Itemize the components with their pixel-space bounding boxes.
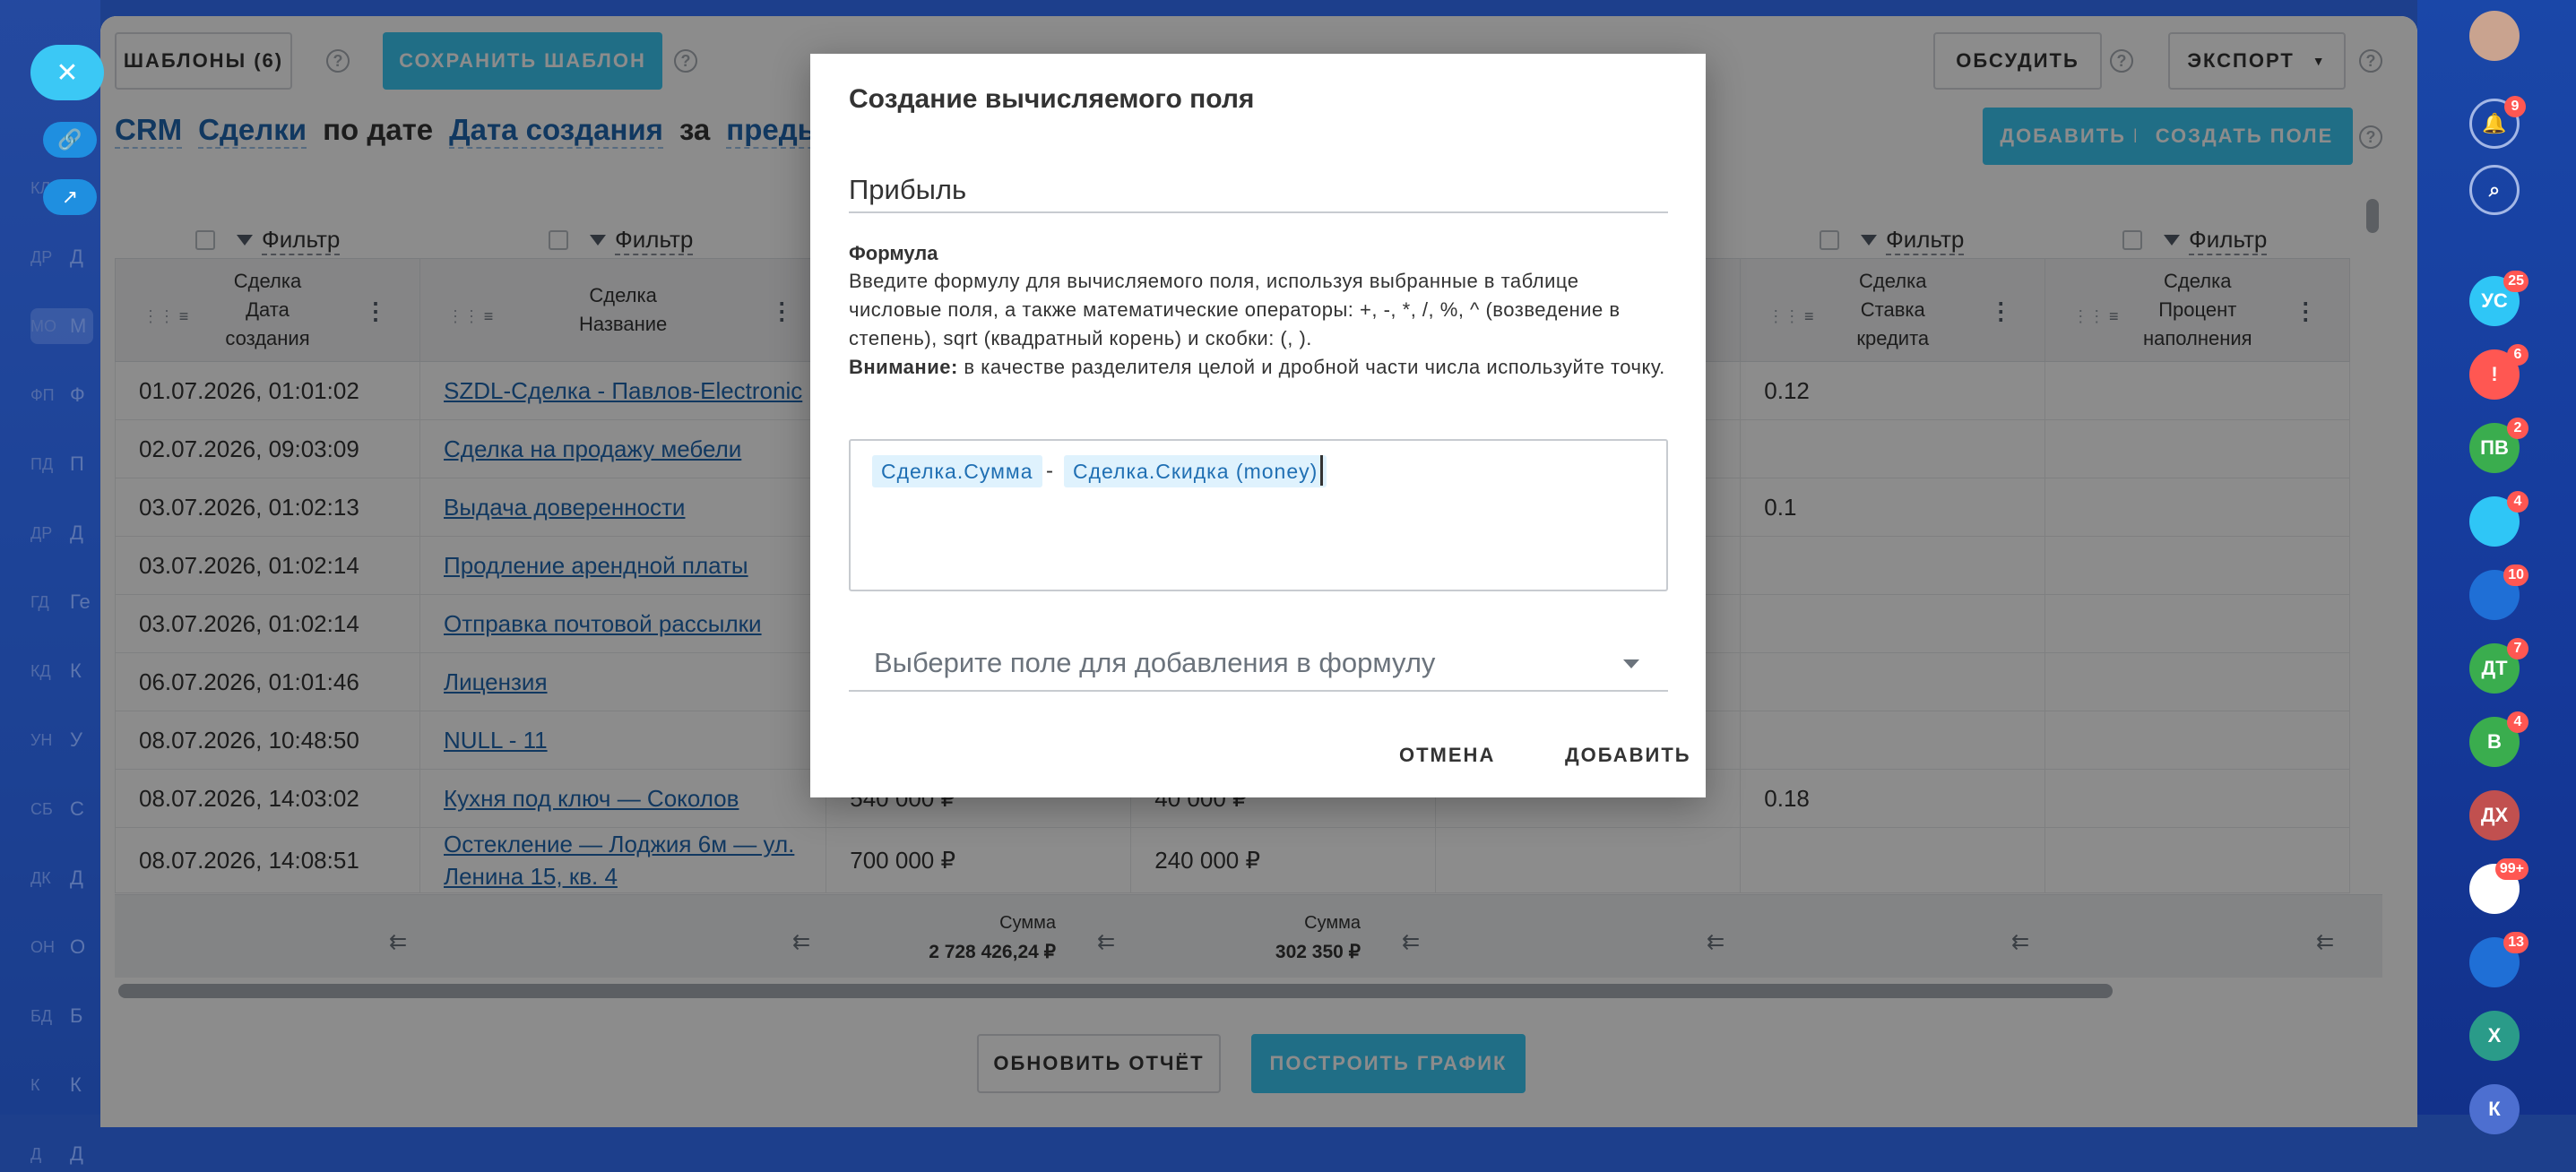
- right-sidebar: 🔔 9 ⌕ УС 25! 6 ПВ 2 4 10 ДТ 7 В 4 ДХ 99+ 13 Х К: [2417, 0, 2576, 1134]
- left-nav-item: ОН О: [30, 929, 93, 965]
- left-nav-label: М: [70, 315, 87, 337]
- select-placeholder: Выберите поле для добавления в формулу: [874, 647, 1436, 678]
- left-nav-label: Д: [70, 521, 83, 544]
- formula-label: Формула: [849, 242, 938, 264]
- formula-token[interactable]: Сделка.Скидка (money): [1064, 455, 1327, 487]
- rail-chat-label: ДХ: [2480, 804, 2509, 826]
- unread-badge: 13: [2503, 932, 2528, 953]
- left-nav-abbr: ДР: [30, 523, 53, 542]
- cancel-button[interactable]: ОТМЕНА: [1399, 744, 1495, 767]
- left-nav-item: СБ С: [30, 791, 93, 827]
- left-nav-abbr: УН: [30, 730, 53, 749]
- left-nav-label: Д: [70, 866, 83, 889]
- left-nav-item: ПД П: [30, 446, 93, 482]
- left-nav-background: КЛКДРДМОМФПФПДПДРДГДГеКДКУНУСБСДКДОНОБДБ…: [0, 0, 100, 1165]
- rail-chat-item[interactable]: 10: [2469, 564, 2528, 620]
- left-nav-item: ФП Ф: [30, 377, 93, 413]
- left-nav-item: БД Б: [30, 998, 93, 1034]
- left-nav-abbr: К: [30, 1075, 40, 1094]
- rail-chat-item[interactable]: ДХ: [2469, 790, 2520, 840]
- left-nav-abbr: СБ: [30, 799, 53, 818]
- left-nav-label: К: [70, 659, 82, 682]
- left-nav-abbr: БД: [30, 1006, 53, 1025]
- rail-chat-item[interactable]: 99+: [2469, 858, 2528, 914]
- left-nav-label: Д: [70, 1142, 83, 1165]
- left-nav-label: К: [70, 1073, 82, 1096]
- avatar[interactable]: [2469, 11, 2520, 61]
- left-nav-item: КД К: [30, 653, 93, 689]
- field-name-input[interactable]: Прибыль: [849, 174, 1668, 213]
- left-nav-label: О: [70, 935, 86, 958]
- unread-badge: 10: [2503, 564, 2528, 586]
- left-nav-item: ГД Ге: [30, 584, 93, 620]
- formula-description: Введите формулу для вычисляемого поля, и…: [849, 267, 1668, 382]
- warning-text: в качестве разделителя целой и дробной ч…: [957, 356, 1665, 378]
- rail-chat-item[interactable]: 13: [2469, 932, 2528, 987]
- rail-chat-item[interactable]: К: [2469, 1084, 2520, 1134]
- formula-editor[interactable]: Сделка.Сумма - Сделка.Скидка (money): [849, 439, 1668, 591]
- unread-badge: 6: [2507, 344, 2528, 366]
- left-nav-item: ДД: [30, 1136, 93, 1172]
- rail-chat-label: ПВ: [2480, 436, 2509, 459]
- rail-chat-label: В: [2487, 730, 2502, 753]
- left-nav-abbr: КД: [30, 661, 51, 680]
- close-icon[interactable]: ✕: [30, 45, 104, 100]
- rail-chat-item[interactable]: ДТ 7: [2469, 638, 2528, 694]
- rail-chat-label: ДТ: [2481, 657, 2508, 679]
- rail-chat-label: !: [2491, 363, 2498, 385]
- chevron-down-icon: [1623, 659, 1639, 668]
- rail-chat-item[interactable]: ! 6: [2469, 344, 2528, 400]
- formula-operator: -: [1046, 459, 1053, 483]
- unread-badge: 99+: [2494, 858, 2528, 880]
- rail-chat-item[interactable]: В4: [2469, 711, 2528, 767]
- left-nav-item: КК: [30, 1067, 93, 1103]
- left-nav-label: Ге: [70, 590, 91, 613]
- dialog-title: Создание вычисляемого поля: [849, 84, 1255, 114]
- link-icon[interactable]: 🔗: [43, 122, 97, 158]
- left-nav-abbr: Д: [30, 1144, 42, 1163]
- rail-chat-item[interactable]: ПВ 2: [2469, 418, 2528, 473]
- left-nav-abbr: ГД: [30, 592, 49, 611]
- rail-chat-item[interactable]: УС 25: [2469, 271, 2528, 326]
- left-nav-label: Б: [70, 1004, 83, 1027]
- left-nav-label: У: [70, 728, 82, 751]
- left-nav-label: С: [70, 797, 84, 820]
- left-nav-abbr: ДР: [30, 247, 53, 266]
- rail-chat-label: Х: [2487, 1024, 2502, 1047]
- left-nav-abbr: ФП: [30, 385, 55, 404]
- unread-badge: 25: [2503, 271, 2528, 292]
- add-field-select[interactable]: Выберите поле для добавления в формулу: [849, 636, 1668, 692]
- left-nav-abbr: ДК: [30, 868, 51, 887]
- notification-badge: 9: [2504, 96, 2526, 117]
- left-nav-item: УН У: [30, 722, 93, 758]
- search-chat-icon[interactable]: ⌕: [2469, 165, 2520, 215]
- left-nav-label: Ф: [70, 383, 85, 406]
- formula-description-text: Введите формулу для вычисляемого поля, и…: [849, 270, 1621, 349]
- rail-chat-item[interactable]: 4: [2469, 491, 2528, 547]
- rail-chat-item[interactable]: Х: [2469, 1011, 2520, 1061]
- left-nav-abbr: ОН: [30, 937, 55, 956]
- unread-badge: 7: [2507, 638, 2528, 659]
- left-nav-abbr: МО: [30, 316, 56, 335]
- unread-badge: 2: [2507, 418, 2528, 439]
- rail-chat-label: УС: [2481, 289, 2508, 312]
- left-nav-item: ДР Д: [30, 239, 93, 275]
- left-nav-item: МО М: [30, 308, 93, 344]
- left-nav-label: Д: [70, 246, 83, 268]
- calculated-field-dialog: Создание вычисляемого поля Прибыль Форму…: [810, 54, 1706, 797]
- left-nav-item: ДР Д: [30, 515, 93, 551]
- formula-token[interactable]: Сделка.Сумма: [872, 455, 1042, 487]
- unread-badge: 4: [2507, 491, 2528, 513]
- bell-icon[interactable]: 🔔 9: [2469, 96, 2526, 149]
- left-nav-label: П: [70, 452, 84, 475]
- text-caret: [1320, 455, 1323, 486]
- add-button[interactable]: ДОБАВИТЬ: [1565, 744, 1691, 767]
- open-external-icon[interactable]: ↗: [43, 179, 97, 215]
- warning-label: Внимание:: [849, 356, 958, 378]
- unread-badge: 4: [2507, 711, 2528, 733]
- left-nav-item: ДК Д: [30, 860, 93, 896]
- rail-chat-label: К: [2488, 1098, 2501, 1120]
- left-nav-abbr: ПД: [30, 454, 54, 473]
